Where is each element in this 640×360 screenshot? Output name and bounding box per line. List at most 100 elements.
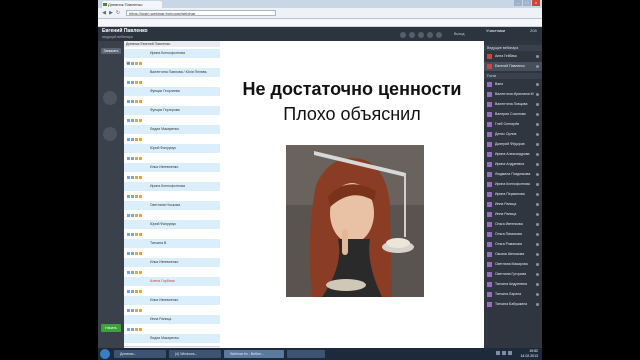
message-author[interactable]: Лидия Макаренко xyxy=(150,127,179,131)
info-icon[interactable] xyxy=(131,271,134,274)
info-icon[interactable] xyxy=(131,119,134,122)
star-icon[interactable] xyxy=(135,176,138,179)
star-icon[interactable] xyxy=(135,290,138,293)
participant-item[interactable]: Дмитрий Фёдоров xyxy=(484,140,542,149)
message-author[interactable]: Светлана Носкова xyxy=(150,203,180,207)
star-icon[interactable] xyxy=(135,157,138,160)
start-button[interactable]: Начать xyxy=(101,324,121,332)
star-icon[interactable] xyxy=(135,252,138,255)
reply-icon[interactable] xyxy=(139,195,142,198)
star-icon[interactable] xyxy=(135,214,138,217)
info-icon[interactable] xyxy=(131,62,134,65)
reply-icon[interactable] xyxy=(139,138,142,141)
info-icon[interactable] xyxy=(131,176,134,179)
prev-icon[interactable] xyxy=(400,32,406,38)
info-icon[interactable] xyxy=(131,100,134,103)
participant-item[interactable]: Оксана Шелокова xyxy=(484,250,542,259)
info-icon[interactable] xyxy=(131,157,134,160)
participant-item[interactable]: Глеб Снегирёв xyxy=(484,120,542,129)
participant-item[interactable]: Ольга Ивтенкова xyxy=(484,220,542,229)
star-icon[interactable] xyxy=(135,100,138,103)
user-icon[interactable] xyxy=(127,100,130,103)
message-author[interactable]: Ирина Ксенофонтова xyxy=(150,184,185,188)
message-author[interactable]: Фунция Гергерова xyxy=(150,108,180,112)
record-button[interactable]: Записать xyxy=(101,48,121,54)
camera-icon[interactable] xyxy=(103,91,117,105)
reply-icon[interactable] xyxy=(139,252,142,255)
info-icon[interactable] xyxy=(131,214,134,217)
participant-item[interactable]: Ольга Романова xyxy=(484,240,542,249)
user-icon[interactable] xyxy=(127,138,130,141)
star-icon[interactable] xyxy=(135,233,138,236)
maximize-button[interactable]: □ xyxy=(523,0,531,6)
message-author[interactable]: Фунции Георгиева xyxy=(150,89,180,93)
reply-icon[interactable] xyxy=(139,100,142,103)
participant-item[interactable]: Валентина Ловцова xyxy=(484,100,542,109)
info-icon[interactable] xyxy=(131,233,134,236)
participant-item[interactable]: Ирина Перминова xyxy=(484,190,542,199)
reply-icon[interactable] xyxy=(139,119,142,122)
forward-icon[interactable]: ▶ xyxy=(108,10,114,16)
participant-item[interactable]: Инна Раница xyxy=(484,210,542,219)
participant-item[interactable]: Ирина Ксенофонтова xyxy=(484,180,542,189)
back-icon[interactable]: ◀ xyxy=(101,10,107,16)
microphone-icon[interactable] xyxy=(103,127,117,141)
flag-icon[interactable] xyxy=(508,351,512,355)
participant-item[interactable]: Валентина Ириновна М xyxy=(484,90,542,99)
info-icon[interactable] xyxy=(131,195,134,198)
user-icon[interactable] xyxy=(127,214,130,217)
star-icon[interactable] xyxy=(135,195,138,198)
user-icon[interactable] xyxy=(127,157,130,160)
participant-item[interactable]: Инна Раница xyxy=(484,200,542,209)
participant-item[interactable]: Светлана Гуторова xyxy=(484,270,542,279)
info-icon[interactable] xyxy=(131,252,134,255)
reply-icon[interactable] xyxy=(139,328,142,331)
participant-item[interactable]: Татьяна Андреевна xyxy=(484,280,542,289)
star-icon[interactable] xyxy=(135,309,138,312)
message-author[interactable]: Юрий Фалуриус xyxy=(150,146,176,150)
url-field[interactable]: https://login.webinar.fm/room/webinar xyxy=(126,10,276,16)
star-icon[interactable] xyxy=(135,138,138,141)
star-icon[interactable] xyxy=(135,81,138,84)
info-icon[interactable] xyxy=(131,309,134,312)
minimize-button[interactable]: – xyxy=(514,0,522,6)
info-icon[interactable] xyxy=(131,81,134,84)
participant-item[interactable]: Валерия Созонова xyxy=(484,110,542,119)
message-author[interactable]: Алена Горбина xyxy=(150,279,175,283)
message-author[interactable]: Валентина Павлова / Юлія Пелявь xyxy=(150,70,207,74)
reply-icon[interactable] xyxy=(139,81,142,84)
participant-item[interactable]: Ирина Андреевна xyxy=(484,160,542,169)
user-icon[interactable] xyxy=(127,290,130,293)
network-icon[interactable] xyxy=(496,351,500,355)
message-author[interactable]: Лидия Макаренко xyxy=(150,336,179,340)
star-icon[interactable] xyxy=(135,62,138,65)
reply-icon[interactable] xyxy=(139,233,142,236)
participant-item[interactable]: Светлана Макарова xyxy=(484,260,542,269)
participant-item[interactable]: Ваня xyxy=(484,80,542,89)
user-icon[interactable] xyxy=(127,81,130,84)
participant-item[interactable]: Ирина Александрова xyxy=(484,150,542,159)
reply-icon[interactable] xyxy=(139,176,142,179)
user-icon[interactable] xyxy=(127,195,130,198)
star-icon[interactable] xyxy=(135,328,138,331)
message-author[interactable]: Юрий Фалуриус xyxy=(150,222,176,226)
message-author[interactable]: Татьяна В xyxy=(150,241,166,245)
message-author[interactable]: Илья Ивтевленко xyxy=(150,298,178,302)
message-author[interactable]: Илья Ивтевленко xyxy=(150,165,178,169)
user-icon[interactable] xyxy=(127,176,130,179)
reply-icon[interactable] xyxy=(139,290,142,293)
close-button[interactable]: × xyxy=(532,0,540,6)
browser-tab[interactable]: Дневник Павленко xyxy=(102,1,162,8)
taskbar-button[interactable]: Webinar.fm - Вебин... xyxy=(224,350,284,358)
message-author[interactable]: Илья Ивтевленко xyxy=(150,260,178,264)
participant-item[interactable]: Татьяна Бабушкина xyxy=(484,300,542,309)
play-icon[interactable] xyxy=(418,32,424,38)
start-icon[interactable] xyxy=(100,349,110,359)
reload-icon[interactable]: ↻ xyxy=(115,10,121,16)
message-author[interactable]: Инна Раница xyxy=(150,317,171,321)
info-icon[interactable] xyxy=(131,138,134,141)
participant-item[interactable]: Людмила Позднякова xyxy=(484,170,542,179)
star-icon[interactable] xyxy=(135,271,138,274)
user-icon[interactable] xyxy=(127,119,130,122)
info-icon[interactable] xyxy=(131,328,134,331)
